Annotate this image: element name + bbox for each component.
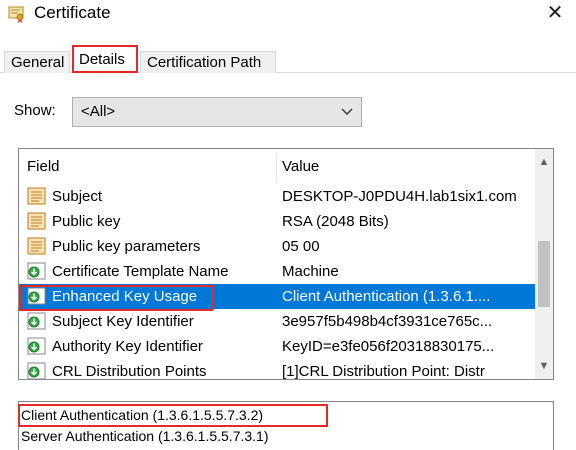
- certificate-field-icon: [27, 212, 46, 230]
- column-header-field[interactable]: Field: [27, 158, 60, 175]
- row-field: Authority Key Identifier: [52, 338, 203, 355]
- show-dropdown-value: <All>: [81, 103, 116, 120]
- tab-general[interactable]: General: [4, 51, 70, 73]
- scroll-up-icon[interactable]: ▲: [535, 153, 553, 171]
- row-value: KeyID=e3fe056f20318830175...: [282, 338, 495, 355]
- row-field: Subject: [52, 188, 103, 205]
- extension-icon: [27, 312, 46, 330]
- row-value: 3e957f5b498b4cf3931ce765c...: [282, 313, 493, 330]
- list-row-public-key[interactable]: Public key RSA (2048 Bits): [19, 209, 535, 234]
- certificate-field-icon: [27, 187, 46, 205]
- row-field: Public key parameters: [52, 238, 201, 255]
- row-value: [1]CRL Distribution Point: Distr: [282, 363, 485, 380]
- scroll-down-icon[interactable]: ▼: [535, 357, 553, 375]
- certificate-icon: [8, 6, 24, 23]
- list-row-subject[interactable]: Subject DESKTOP-J0PDU4H.lab1six1.com: [19, 184, 535, 209]
- tab-details[interactable]: Details: [72, 45, 138, 73]
- detail-line: Server Authentication (1.3.6.1.5.5.7.3.1…: [21, 428, 269, 444]
- detail-line: Client Authentication (1.3.6.1.5.5.7.3.2…: [21, 407, 264, 423]
- list-row-public-key-parameters[interactable]: Public key parameters 05 00: [19, 234, 535, 259]
- row-field: Public key: [52, 213, 121, 230]
- close-icon: ✕: [546, 2, 564, 24]
- list-header: Field Value: [19, 149, 535, 183]
- certificate-field-icon: [27, 237, 46, 255]
- row-value: RSA (2048 Bits): [282, 213, 389, 230]
- column-divider[interactable]: [276, 153, 277, 183]
- extension-icon: [27, 287, 46, 305]
- list-row-certificate-template-name[interactable]: Certificate Template Name Machine: [19, 259, 535, 284]
- field-detail-textbox[interactable]: Client Authentication (1.3.6.1.5.5.7.3.2…: [18, 401, 554, 450]
- show-label: Show:: [14, 102, 56, 119]
- row-value: DESKTOP-J0PDU4H.lab1six1.com: [282, 188, 517, 205]
- fields-list[interactable]: Field Value Subject DESKTOP-J0PDU4H.lab1…: [18, 148, 554, 380]
- extension-icon: [27, 262, 46, 280]
- row-value: Machine: [282, 263, 339, 280]
- row-field: Certificate Template Name: [52, 263, 229, 280]
- row-value: 05 00: [282, 238, 320, 255]
- extension-icon: [27, 362, 46, 379]
- list-row-subject-key-identifier[interactable]: Subject Key Identifier 3e957f5b498b4cf39…: [19, 309, 535, 334]
- list-row-enhanced-key-usage[interactable]: Enhanced Key Usage Client Authentication…: [19, 284, 535, 309]
- vertical-scrollbar[interactable]: ▲ ▼: [535, 149, 553, 379]
- row-field: Enhanced Key Usage: [52, 288, 198, 305]
- close-button[interactable]: ✕: [540, 0, 570, 28]
- show-dropdown[interactable]: <All>: [72, 97, 362, 127]
- chevron-down-icon: [341, 108, 353, 115]
- column-header-value[interactable]: Value: [282, 158, 319, 175]
- title-bar: Certificate ✕: [0, 0, 576, 32]
- row-field: Subject Key Identifier: [52, 313, 194, 330]
- list-row-authority-key-identifier[interactable]: Authority Key Identifier KeyID=e3fe056f2…: [19, 334, 535, 359]
- window-title: Certificate: [34, 3, 111, 22]
- list-row-crl-distribution-points[interactable]: CRL Distribution Points [1]CRL Distribut…: [19, 359, 535, 380]
- extension-icon: [27, 337, 46, 355]
- row-value: Client Authentication (1.3.6.1....: [282, 288, 491, 305]
- tab-certification-path[interactable]: Certification Path: [140, 51, 276, 73]
- scroll-thumb[interactable]: [538, 241, 550, 307]
- row-field: CRL Distribution Points: [52, 363, 207, 380]
